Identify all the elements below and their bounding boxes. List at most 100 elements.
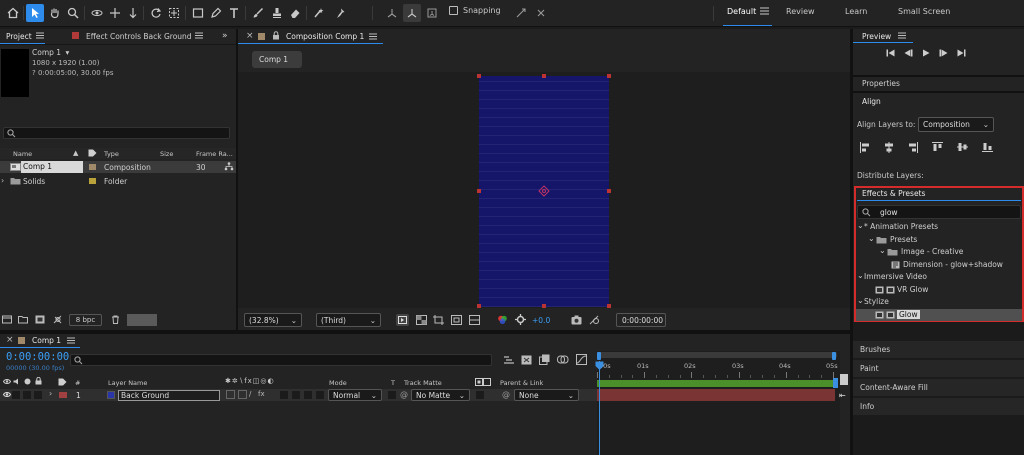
- tab-project[interactable]: Project: [6, 32, 32, 41]
- workspace-small-screen[interactable]: Small Screen: [898, 7, 950, 16]
- effects-tree-item[interactable]: ⌄ Image - Creative: [856, 246, 1022, 258]
- last-frame-icon[interactable]: [957, 49, 966, 57]
- lock-column-icon[interactable]: [35, 377, 42, 385]
- navigator-start-handle[interactable]: [597, 352, 601, 360]
- workspace-menu-icon[interactable]: [760, 7, 769, 15]
- resolution-dropdown[interactable]: (Third) ⌄: [316, 313, 381, 327]
- tab-effect-controls[interactable]: Effect Controls Back Ground: [86, 32, 192, 41]
- home-icon[interactable]: [4, 4, 22, 22]
- close-tab-icon[interactable]: ×: [246, 31, 254, 41]
- eraser-tool-icon[interactable]: [286, 4, 304, 22]
- new-folder-icon[interactable]: [18, 315, 28, 324]
- matte-invert-toggle[interactable]: [476, 391, 484, 399]
- mask-visibility-icon[interactable]: [451, 315, 462, 325]
- flowchart-icon[interactable]: [224, 162, 234, 171]
- layer-label-color[interactable]: [59, 392, 67, 398]
- layer-switches-icons[interactable]: ✱✲∖fx◫◎◐: [225, 377, 275, 385]
- label-color-swatch[interactable]: [89, 164, 96, 170]
- transform-handle[interactable]: [607, 189, 611, 193]
- track-matte-dropdown[interactable]: No Matte ⌄: [411, 389, 470, 401]
- column-layer-name[interactable]: Layer Name: [108, 379, 147, 387]
- current-time-display[interactable]: 0:00:00:00: [6, 351, 69, 363]
- panel-info[interactable]: Info: [853, 398, 1024, 416]
- solo-icon[interactable]: [24, 378, 31, 385]
- brush-tool-icon[interactable]: [249, 4, 267, 22]
- chevron-down-icon[interactable]: ⌄: [857, 296, 864, 305]
- region-of-interest-icon[interactable]: [433, 315, 444, 325]
- preserve-transparency-toggle[interactable]: [388, 391, 396, 399]
- snap-options-icon[interactable]: [512, 4, 530, 22]
- chevron-down-icon[interactable]: ⌄: [868, 234, 875, 243]
- preview-menu-icon[interactable]: [898, 32, 906, 39]
- hand-tool-icon[interactable]: [46, 4, 64, 22]
- motion-blur-icon[interactable]: [539, 354, 550, 365]
- effects-tree-item[interactable]: ⌄ Stylize: [856, 296, 1022, 308]
- time-ruler[interactable]: 00s 01s 02s 03s 04s 05s: [597, 361, 840, 379]
- reset-exposure-icon[interactable]: [515, 314, 526, 325]
- frame-blend-switch[interactable]: [280, 391, 288, 399]
- matte-pickwhip-icon[interactable]: @: [400, 390, 408, 399]
- column-name[interactable]: Name: [13, 150, 32, 158]
- timeline-search-input[interactable]: [70, 354, 492, 366]
- effects-tree-item[interactable]: ⌄ * Animation Presets: [856, 221, 1022, 233]
- layer-duration-bar[interactable]: [597, 389, 835, 401]
- playhead-icon[interactable]: [595, 361, 604, 371]
- navigator-end-handle[interactable]: [832, 352, 836, 360]
- zoom-tool-icon[interactable]: [64, 4, 82, 22]
- effect-controls-menu-icon[interactable]: [195, 32, 203, 39]
- thumbnail-transparency-toggle[interactable]: [127, 314, 157, 326]
- align-horizontal-center-icon[interactable]: [884, 142, 894, 153]
- anchor-point-icon[interactable]: [165, 4, 183, 22]
- project-item-solids[interactable]: › Solids Folder: [0, 175, 236, 187]
- column-size[interactable]: Size: [160, 150, 173, 158]
- comp-viewport[interactable]: [238, 72, 850, 308]
- label-color-swatch[interactable]: [89, 178, 96, 184]
- comp-flowchart-icon[interactable]: [503, 355, 515, 365]
- view-axis-mode-icon[interactable]: [423, 4, 441, 22]
- expand-layer-icon[interactable]: ›: [49, 389, 52, 398]
- panel-paint[interactable]: Paint: [853, 360, 1024, 378]
- chevron-down-icon[interactable]: ⌄: [879, 246, 886, 255]
- eye-icon[interactable]: [3, 378, 11, 385]
- rectangle-tool-icon[interactable]: [189, 4, 207, 22]
- work-area-bar[interactable]: [597, 380, 835, 387]
- matte-switch-icon[interactable]: [475, 378, 491, 386]
- panel-brushes[interactable]: Brushes: [853, 341, 1024, 359]
- show-channel-icon[interactable]: [497, 315, 508, 325]
- project-item-comp1[interactable]: Comp 1 Composition 30: [0, 161, 236, 173]
- effects-search-input[interactable]: glow: [857, 205, 1021, 219]
- local-axis-mode-icon[interactable]: [383, 4, 401, 22]
- chevron-right-icon[interactable]: ›: [1, 176, 4, 185]
- magnification-dropdown[interactable]: (32.8%) ⌄: [244, 313, 302, 327]
- first-frame-icon[interactable]: [886, 49, 895, 57]
- layer-row[interactable]: › 1 Back Ground / fx Normal ⌄ @ No Matte…: [0, 389, 597, 401]
- playhead-line[interactable]: [599, 361, 600, 455]
- type-tool-icon[interactable]: [225, 4, 243, 22]
- transform-handle[interactable]: [607, 304, 611, 308]
- bit-depth-button[interactable]: 8 bpc: [69, 314, 102, 326]
- track-xy-camera-icon[interactable]: [106, 4, 124, 22]
- panel-overflow-icon[interactable]: »: [222, 31, 228, 41]
- blend-mode-dropdown[interactable]: Normal ⌄: [328, 389, 382, 401]
- column-type[interactable]: Type: [104, 150, 119, 158]
- align-vertical-center-icon[interactable]: [957, 142, 968, 153]
- draft-3d-icon[interactable]: [521, 355, 532, 365]
- composition-menu-icon[interactable]: [369, 33, 377, 40]
- track-z-camera-icon[interactable]: [124, 4, 142, 22]
- rotation-tool-icon[interactable]: [147, 4, 165, 22]
- effect-switch[interactable]: fx: [258, 390, 265, 398]
- transform-handle[interactable]: [542, 304, 546, 308]
- clone-stamp-icon[interactable]: [268, 4, 286, 22]
- roto-brush-icon[interactable]: [310, 4, 328, 22]
- transform-handle[interactable]: [477, 304, 481, 308]
- previous-frame-icon[interactable]: [904, 49, 913, 57]
- transparency-grid-icon[interactable]: [416, 315, 427, 325]
- workspace-review[interactable]: Review: [786, 7, 815, 16]
- project-search-input[interactable]: [3, 127, 230, 139]
- pen-tool-icon[interactable]: [207, 4, 225, 22]
- effects-tree-item[interactable]: ⌄ Presets: [856, 234, 1022, 246]
- grid-guides-icon[interactable]: [469, 315, 480, 325]
- snapping-checkbox[interactable]: [449, 6, 458, 15]
- column-frame-rate[interactable]: Frame Ra...: [196, 150, 233, 158]
- trash-icon[interactable]: [111, 315, 120, 324]
